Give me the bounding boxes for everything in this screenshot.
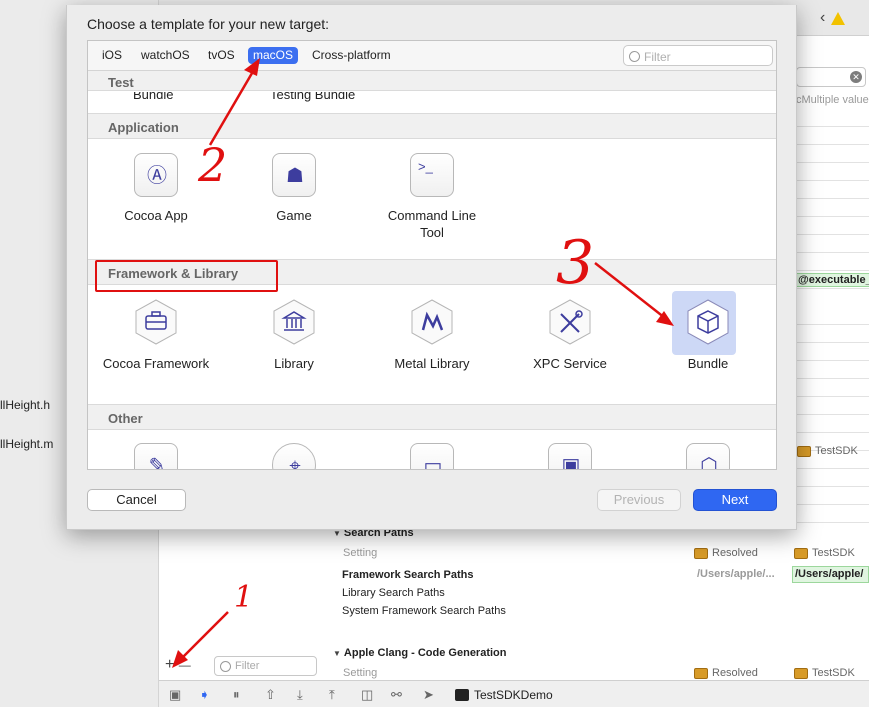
template-cocoa-framework[interactable]: Cocoa Framework [88, 299, 224, 372]
filter-icon [220, 661, 231, 672]
file-item[interactable]: llHeight.m [0, 437, 53, 451]
template-label: Cocoa Framework [102, 356, 210, 371]
section-application: Application [88, 113, 776, 139]
annotation-highlight-box [95, 260, 278, 292]
tab-macos[interactable]: macOS [248, 47, 299, 64]
template-command-line-tool[interactable]: >_ Command Line Tool [364, 153, 500, 241]
resolved-column-label: Resolved [694, 547, 758, 559]
compass-icon: ⌖ [272, 443, 316, 469]
cancel-button[interactable]: Cancel [87, 489, 186, 511]
hide-debug-icon[interactable]: ▣ [169, 687, 181, 703]
framework-search-paths-row[interactable]: Framework Search Paths [342, 569, 473, 581]
library-building-icon [272, 299, 316, 345]
remove-target-button[interactable]: — [179, 658, 191, 672]
template-other-4[interactable]: ▣ [502, 443, 638, 469]
target-column-label: TestSDK [794, 667, 855, 679]
library-search-paths-row[interactable]: Library Search Paths [342, 587, 445, 599]
settings-search-field[interactable]: ✕ [796, 67, 866, 87]
file-item[interactable]: llHeight.h [0, 398, 50, 412]
template-filter-input[interactable]: Filter [623, 45, 773, 66]
template-label: Cocoa App [124, 208, 188, 223]
target-icon [797, 445, 811, 457]
resolved-path-value: /Users/apple/... [697, 568, 775, 580]
debug-bar: ▣ ➧ ⏸ ⇧ ⤓ ⤒ ◫ ⚯ ➤ TestSDKDemo [159, 680, 869, 707]
template-label: Metal Library [394, 356, 470, 371]
template-bundle[interactable]: Bundle [640, 291, 776, 372]
memory-graph-icon[interactable]: ⚯ [391, 687, 402, 703]
setting-column-label: Setting [343, 547, 378, 559]
resolved-icon [694, 667, 708, 679]
selected-template-label: Bundle [687, 356, 729, 371]
settings-column [796, 36, 869, 680]
template-metal-library[interactable]: Metal Library [364, 299, 500, 372]
clear-icon[interactable]: ✕ [850, 71, 862, 83]
setting-column-label: Setting [343, 667, 378, 679]
warning-icon[interactable] [831, 11, 846, 25]
filter-icon [629, 51, 640, 62]
app-store-icon: Ⓐ [134, 153, 178, 197]
previous-button[interactable]: Previous [597, 489, 681, 511]
template-chooser: iOS watchOS tvOS macOS Cross-platform Fi… [87, 40, 777, 470]
annotation-number-1: 1 [234, 580, 254, 615]
template-safari-extension[interactable]: ⌖ [226, 443, 362, 469]
step-in-icon[interactable]: ⤓ [297, 687, 303, 703]
annotation-number-3: 3 [556, 228, 595, 298]
template-label: Game [276, 208, 312, 223]
system-framework-search-paths-row[interactable]: System Framework Search Paths [342, 605, 506, 617]
preference-pane-icon: ▣ [548, 443, 592, 469]
tab-cross-platform[interactable]: Cross-platform [307, 47, 396, 64]
target-icon [794, 547, 808, 559]
briefcase-icon [134, 299, 178, 345]
puzzle-icon: ▭ [410, 443, 454, 469]
target-icon [794, 667, 808, 679]
metal-icon [410, 299, 454, 345]
target-tag: TestSDK [797, 445, 858, 457]
target-column-label: TestSDK [794, 547, 855, 559]
multiple-values-text: cMultiple value [796, 94, 869, 106]
add-target-button[interactable]: + [165, 656, 174, 673]
eraser-icon: ✎ [134, 443, 178, 469]
add-remove-controls: + — [165, 656, 191, 674]
resolved-column-label: Resolved [694, 667, 758, 679]
template-other-1[interactable]: ✎ [88, 443, 224, 469]
tab-tvos[interactable]: tvOS [203, 47, 240, 64]
pause-icon[interactable]: ⏸ [233, 687, 240, 703]
target-path-value[interactable]: /Users/apple/ [792, 566, 869, 583]
platform-tabs: iOS watchOS tvOS macOS Cross-platform Fi… [88, 41, 776, 71]
template-library[interactable]: Library [226, 299, 362, 372]
clang-codegen-header[interactable]: ▼ Apple Clang - Code Generation [333, 647, 507, 659]
resolved-icon [694, 547, 708, 559]
section-test: Test [88, 71, 776, 91]
template-xpc-service[interactable]: XPC Service [502, 299, 638, 372]
annotation-number-2: 2 [198, 138, 228, 192]
executable-path-value[interactable]: @executable_ [795, 273, 869, 287]
terminal-icon: >_ [410, 153, 454, 197]
wrench-screwdriver-icon [548, 299, 592, 345]
step-over-icon[interactable]: ⇧ [265, 687, 276, 703]
template-label: Command Line Tool [387, 208, 477, 240]
template-label: XPC Service [533, 356, 607, 371]
generic-bundle-icon: ⬡ [686, 443, 730, 469]
view-hierarchy-icon[interactable]: ◫ [361, 687, 373, 703]
terminal-icon [455, 689, 469, 701]
section-other: Other [88, 404, 776, 430]
chevron-left-icon[interactable]: ‹ [820, 9, 825, 27]
target-filter-input[interactable]: Filter [214, 656, 317, 676]
tab-ios[interactable]: iOS [97, 47, 127, 64]
location-icon[interactable]: ➤ [423, 687, 434, 703]
game-icon: ☗ [272, 153, 316, 197]
step-out-icon[interactable]: ⤒ [329, 687, 335, 703]
template-label: Library [274, 356, 314, 371]
scheme-selector[interactable]: TestSDKDemo [455, 688, 553, 702]
next-button[interactable]: Next [693, 489, 777, 511]
bundle-icon [686, 299, 730, 345]
breakpoint-icon[interactable]: ➧ [199, 687, 210, 703]
template-game[interactable]: ☗ Game [226, 153, 362, 224]
toolbar-right: ‹ [820, 9, 846, 27]
template-other-3[interactable]: ▭ [364, 443, 500, 469]
tab-watchos[interactable]: watchOS [136, 47, 195, 64]
sheet-title: Choose a template for your new target: [87, 16, 330, 32]
template-other-5[interactable]: ⬡ [640, 443, 776, 469]
